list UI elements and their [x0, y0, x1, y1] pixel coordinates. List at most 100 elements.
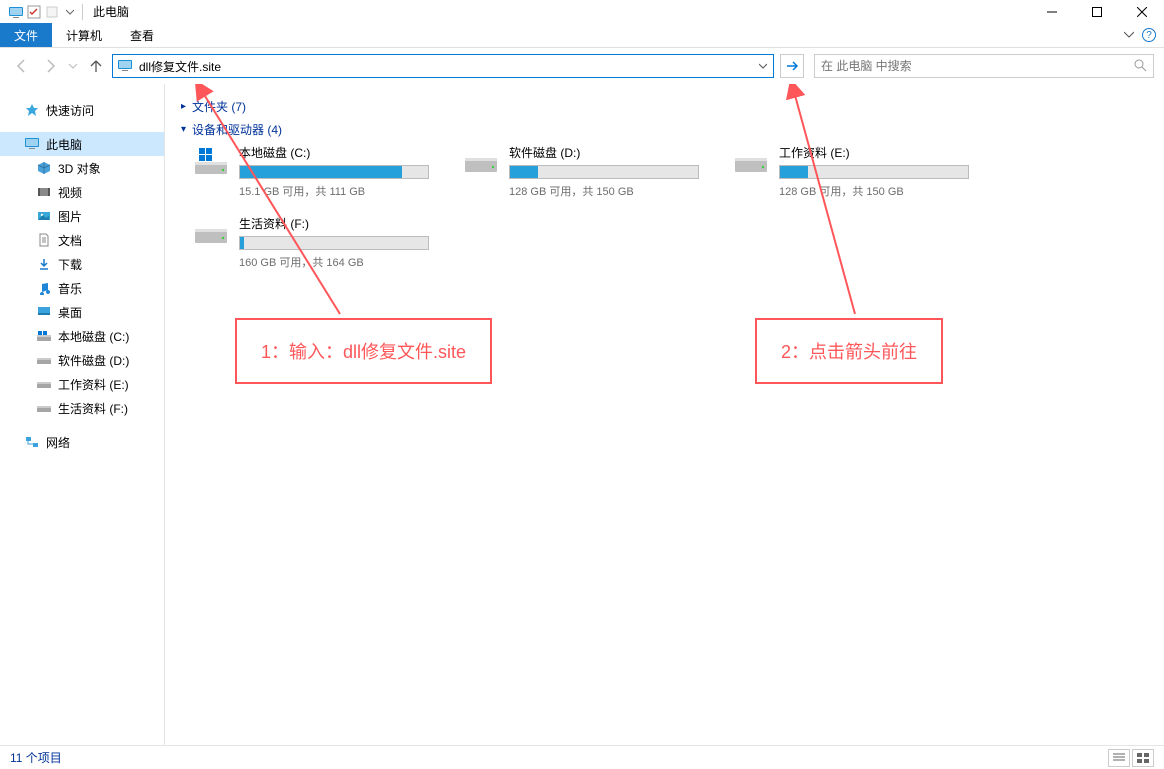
address-icon	[117, 57, 135, 75]
view-details-button[interactable]	[1108, 749, 1130, 767]
status-bar: 11 个项目	[0, 745, 1164, 769]
search-input[interactable]	[821, 59, 1133, 73]
sidebar-label: 此电脑	[46, 136, 82, 153]
cube-icon	[36, 160, 52, 176]
sidebar-label: 3D 对象	[58, 160, 101, 177]
drive-capacity-bar	[239, 165, 429, 179]
titlebar-separator	[82, 4, 83, 20]
sidebar-label: 网络	[46, 434, 70, 451]
drive-icon	[36, 400, 52, 416]
sidebar-label: 工作资料 (E:)	[58, 376, 129, 393]
music-icon	[36, 280, 52, 296]
drive-item[interactable]: 工作资料 (E:)128 GB 可用，共 150 GB	[731, 144, 961, 199]
group-folders[interactable]: ▸ 文件夹 (7)	[181, 98, 1154, 115]
callout-1: 1：输入：dll修复文件.site	[235, 318, 492, 384]
sidebar-documents[interactable]: 文档	[0, 228, 164, 252]
app-icon	[8, 4, 24, 20]
sidebar-music[interactable]: 音乐	[0, 276, 164, 300]
tab-computer[interactable]: 计算机	[52, 23, 116, 47]
sidebar-drive-e[interactable]: 工作资料 (E:)	[0, 372, 164, 396]
drive-name: 生活资料 (F:)	[239, 215, 429, 232]
minimize-button[interactable]	[1029, 0, 1074, 23]
back-button[interactable]	[10, 54, 34, 78]
sidebar-label: 音乐	[58, 280, 82, 297]
group-drives[interactable]: ▾ 设备和驱动器 (4)	[181, 121, 1154, 138]
forward-button[interactable]	[38, 54, 62, 78]
monitor-icon	[24, 136, 40, 152]
ribbon-tabs: 文件 计算机 查看 ?	[0, 23, 1164, 48]
drive-icon	[191, 144, 231, 176]
sidebar-network[interactable]: 网络	[0, 430, 164, 454]
chevron-right-icon: ▸	[181, 101, 186, 112]
sidebar-drive-f[interactable]: 生活资料 (F:)	[0, 396, 164, 420]
window-title: 此电脑	[93, 3, 129, 20]
sidebar-pictures[interactable]: 图片	[0, 204, 164, 228]
drive-info: 15.1 GB 可用，共 111 GB	[239, 183, 429, 199]
status-item-count: 11 个项目	[10, 749, 62, 766]
drive-icon	[36, 328, 52, 344]
sidebar-label: 桌面	[58, 304, 82, 321]
navigation-bar	[0, 48, 1164, 84]
address-bar[interactable]	[112, 54, 774, 78]
search-icon[interactable]	[1133, 58, 1147, 75]
up-button[interactable]	[84, 54, 108, 78]
drive-name: 本地磁盘 (C:)	[239, 144, 429, 161]
drive-capacity-bar	[509, 165, 699, 179]
group-label: 设备和驱动器 (4)	[192, 121, 282, 138]
drive-info: 128 GB 可用，共 150 GB	[779, 183, 969, 199]
go-button[interactable]	[780, 54, 804, 78]
drive-item[interactable]: 生活资料 (F:)160 GB 可用，共 164 GB	[191, 215, 421, 270]
tab-view[interactable]: 查看	[116, 23, 168, 47]
drive-info: 128 GB 可用，共 150 GB	[509, 183, 699, 199]
search-box[interactable]	[814, 54, 1154, 78]
drive-icon	[731, 144, 771, 176]
qat-chevron-icon[interactable]	[62, 4, 78, 20]
sidebar-quick-access[interactable]: 快速访问	[0, 98, 164, 122]
address-input[interactable]	[137, 59, 755, 73]
drive-icon	[191, 215, 231, 247]
drive-item[interactable]: 软件磁盘 (D:)128 GB 可用，共 150 GB	[461, 144, 691, 199]
close-button[interactable]	[1119, 0, 1164, 23]
address-history-dropdown[interactable]	[755, 62, 771, 70]
navigation-pane: 快速访问 此电脑 3D 对象 视频 图片 文档 下载 音乐	[0, 84, 165, 745]
group-label: 文件夹 (7)	[192, 98, 246, 115]
sidebar-downloads[interactable]: 下载	[0, 252, 164, 276]
sidebar-label: 视频	[58, 184, 82, 201]
callout-2: 2：点击箭头前往	[755, 318, 943, 384]
star-icon	[24, 102, 40, 118]
qat-dropdown-icon[interactable]	[44, 4, 60, 20]
tab-file[interactable]: 文件	[0, 23, 52, 47]
video-icon	[36, 184, 52, 200]
sidebar-label: 本地磁盘 (C:)	[58, 328, 129, 345]
drive-capacity-bar	[779, 165, 969, 179]
recent-dropdown-icon[interactable]	[66, 54, 80, 78]
drive-icon	[36, 352, 52, 368]
chevron-down-icon: ▾	[181, 124, 186, 135]
ribbon-expand-icon[interactable]	[1124, 28, 1134, 42]
drive-item[interactable]: 本地磁盘 (C:)15.1 GB 可用，共 111 GB	[191, 144, 421, 199]
drive-icon	[461, 144, 501, 176]
sidebar-label: 下载	[58, 256, 82, 273]
sidebar-label: 软件磁盘 (D:)	[58, 352, 129, 369]
view-icons-button[interactable]	[1132, 749, 1154, 767]
document-icon	[36, 232, 52, 248]
sidebar-3d-objects[interactable]: 3D 对象	[0, 156, 164, 180]
sidebar-label: 生活资料 (F:)	[58, 400, 128, 417]
qat-properties-icon[interactable]	[26, 4, 42, 20]
title-bar: 此电脑	[0, 0, 1164, 23]
drive-name: 软件磁盘 (D:)	[509, 144, 699, 161]
sidebar-label: 图片	[58, 208, 82, 225]
network-icon	[24, 434, 40, 450]
help-icon[interactable]: ?	[1142, 28, 1156, 42]
content-pane: ▸ 文件夹 (7) ▾ 设备和驱动器 (4) 本地磁盘 (C:)15.1 GB …	[165, 84, 1164, 745]
sidebar-drive-d[interactable]: 软件磁盘 (D:)	[0, 348, 164, 372]
pictures-icon	[36, 208, 52, 224]
desktop-icon	[36, 304, 52, 320]
sidebar-label: 快速访问	[46, 102, 94, 119]
sidebar-this-pc[interactable]: 此电脑	[0, 132, 164, 156]
sidebar-desktop[interactable]: 桌面	[0, 300, 164, 324]
sidebar-label: 文档	[58, 232, 82, 249]
sidebar-drive-c[interactable]: 本地磁盘 (C:)	[0, 324, 164, 348]
maximize-button[interactable]	[1074, 0, 1119, 23]
sidebar-video[interactable]: 视频	[0, 180, 164, 204]
